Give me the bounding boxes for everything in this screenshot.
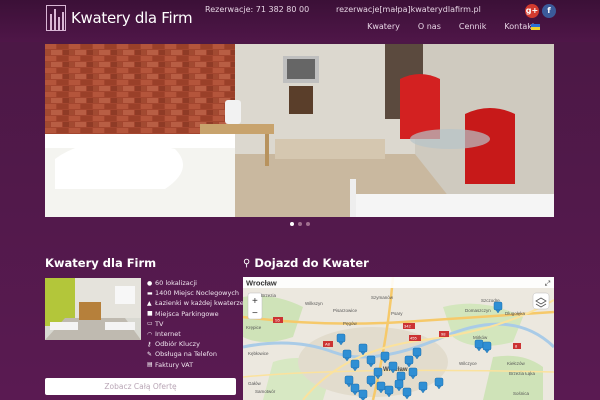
map-widget[interactable]: Wrocław ⤢ + − Brzezia Wilkszyn Szymanów …	[243, 277, 554, 400]
hero-slider[interactable]	[45, 44, 554, 217]
location-pin-icon[interactable]	[358, 343, 368, 353]
bed-icon: ▬	[147, 289, 153, 297]
map-label: Samotwór	[255, 389, 276, 394]
location-pin-icon[interactable]	[402, 387, 412, 397]
logo[interactable]: Kwatery dla Firm	[46, 5, 193, 31]
map-label: Pisarzowice	[333, 308, 358, 313]
zoom-in-button[interactable]: +	[252, 296, 258, 307]
map-canvas[interactable]: Wrocław ⤢ + − Brzezia Wilkszyn Szymanów …	[243, 277, 554, 400]
location-pin-icon[interactable]	[350, 359, 360, 369]
list-item: ◠ Internet	[147, 330, 181, 339]
location-pin-icon[interactable]	[474, 339, 484, 349]
map-label: Dlugołęka	[505, 311, 526, 316]
list-item: ✎ Obsługa na Telefon	[147, 350, 217, 359]
map-window-title: Wrocław	[246, 279, 277, 288]
globe-icon: ●	[147, 279, 153, 287]
location-pin-icon[interactable]	[412, 347, 422, 357]
see-offer-button[interactable]: Zobacz Całą Ofertę	[45, 378, 236, 395]
map-label: Mirków	[473, 335, 488, 340]
road-label: A8	[325, 342, 331, 347]
location-pin-icon[interactable]	[358, 389, 368, 399]
road-label: 342	[404, 324, 411, 329]
map-label: Brzezia Łąka	[509, 371, 536, 376]
email-link[interactable]: rezerwacje[małpa]kwaterydlafirm.pl	[336, 5, 481, 14]
map-label: Wilkszyn	[305, 301, 323, 306]
location-pin-icon[interactable]	[388, 361, 398, 371]
location-pin-icon[interactable]	[482, 341, 492, 351]
map-label: Brzezia	[261, 293, 277, 298]
location-pin-icon[interactable]	[394, 379, 404, 389]
map-title: ⚲ Dojazd do Kwater	[243, 256, 369, 270]
location-pin-icon[interactable]	[344, 375, 354, 385]
map-label: Psary	[391, 311, 403, 316]
road-label: 455	[410, 336, 417, 341]
map-label: Szymanów	[371, 295, 394, 300]
map-label: Kębłowice	[248, 351, 269, 356]
road-label: 98	[441, 332, 446, 337]
slider-dot[interactable]	[298, 222, 302, 226]
list-item: ■ Miejsca Parkingowe	[147, 309, 219, 318]
map-label: Krępice	[246, 325, 262, 330]
location-pin-icon[interactable]	[350, 383, 360, 393]
map-label: Pęgów	[343, 321, 358, 326]
nav-item-kwatery[interactable]: Kwatery	[358, 22, 409, 31]
about-title: Kwatery dla Firm	[45, 256, 157, 270]
location-pin-icon[interactable]	[366, 355, 376, 365]
ukraine-flag-icon[interactable]	[531, 24, 540, 30]
room-thumbnail-photo	[45, 278, 141, 340]
google-plus-icon[interactable]: g+	[525, 4, 539, 18]
map-label: Kiełczów	[507, 361, 526, 366]
hero-room-photo	[45, 44, 554, 217]
list-item: ▲ Łazienki w każdej kwaterze	[147, 299, 244, 308]
location-pin-icon[interactable]	[380, 351, 390, 361]
location-pin-icon[interactable]	[336, 333, 346, 343]
facebook-icon[interactable]: f	[542, 4, 556, 18]
nav-item-cennik[interactable]: Cennik	[450, 22, 496, 31]
file-icon: ▤	[147, 361, 153, 369]
location-pin-icon[interactable]	[418, 381, 428, 391]
road-label: S5	[275, 318, 281, 323]
room-thumbnail[interactable]	[45, 278, 141, 340]
location-pin-icon[interactable]	[434, 377, 444, 387]
logo-text: Kwatery dla Firm	[71, 9, 193, 27]
fullscreen-icon[interactable]: ⤢	[545, 281, 551, 288]
parking-icon: ■	[147, 310, 153, 318]
key-icon: ⚷	[147, 340, 152, 348]
location-pin-icon[interactable]	[404, 355, 414, 365]
list-item: ⚷ Odbiór Kluczy	[147, 340, 200, 349]
drop-icon: ▲	[147, 299, 152, 307]
map-label: Wilczyce	[459, 361, 477, 366]
list-item: ● 60 lokalizacji	[147, 279, 197, 288]
map-label: Sośnica	[513, 391, 530, 396]
map-pin-icon: ⚲	[243, 257, 251, 269]
slider-dot[interactable]	[290, 222, 294, 226]
location-pin-icon[interactable]	[396, 371, 406, 381]
logo-mark-icon	[46, 5, 66, 31]
wifi-icon: ◠	[147, 330, 153, 338]
phone-text: Rezerwacje: 71 382 80 00	[205, 5, 310, 14]
location-pin-icon[interactable]	[384, 385, 394, 395]
list-item: ▬ 1400 Miejsc Noclegowych	[147, 289, 240, 298]
wrench-icon: ✎	[147, 350, 153, 358]
location-pin-icon[interactable]	[342, 349, 352, 359]
zoom-out-button[interactable]: −	[252, 308, 258, 319]
slider-dot[interactable]	[306, 222, 310, 226]
location-pin-icon[interactable]	[408, 367, 418, 377]
feature-list: ● 60 lokalizacji ▬ 1400 Miejsc Noclegowych…	[147, 278, 244, 370]
map-label: Domaszczyn	[465, 308, 491, 313]
site-header: Kwatery dla Firm Rezerwacje: 71 382 80 0…	[0, 0, 600, 42]
location-pin-icon[interactable]	[366, 375, 376, 385]
nav-item-o-nas[interactable]: O nas	[409, 22, 450, 31]
main-nav: Kwatery O nas Cennik Kontakt	[358, 22, 544, 31]
map-label: Gałów	[248, 381, 262, 386]
location-pin-icon[interactable]	[493, 301, 503, 311]
list-item: ▭ TV	[147, 319, 164, 328]
location-pin-icon[interactable]	[373, 367, 383, 377]
slider-dots	[290, 222, 310, 226]
location-pin-icon[interactable]	[376, 381, 386, 391]
tv-icon: ▭	[147, 320, 153, 328]
list-item: ▤ Faktury VAT	[147, 360, 194, 369]
